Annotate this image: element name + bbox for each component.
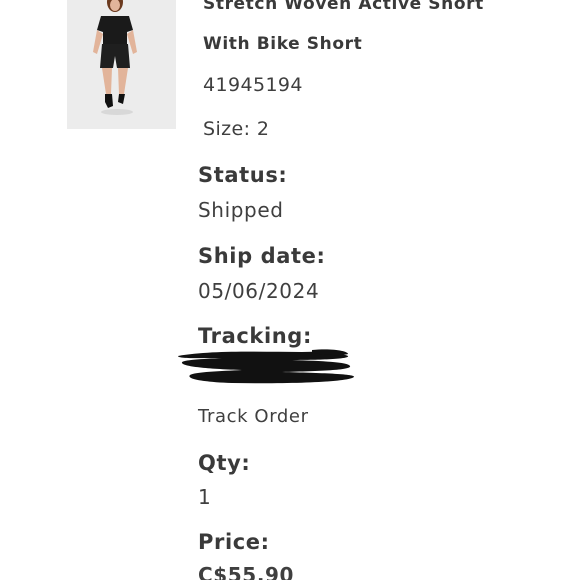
tracking-label: Tracking: <box>198 324 312 348</box>
ship-date-value: 05/06/2024 <box>198 279 320 303</box>
price-value: C$55.90 <box>198 563 295 580</box>
product-name-line-2[interactable]: With Bike Short <box>203 34 362 54</box>
product-image[interactable] <box>67 0 176 129</box>
status-label: Status: <box>198 163 288 187</box>
redacted-tracking-number <box>178 349 355 384</box>
product-name-line-1[interactable]: Stretch Woven Active Short <box>203 0 484 14</box>
qty-label: Qty: <box>198 451 251 475</box>
price-label: Price: <box>198 530 270 554</box>
qty-value: 1 <box>198 485 212 509</box>
ship-date-label: Ship date: <box>198 244 326 268</box>
track-order-link[interactable]: Track Order <box>198 406 309 427</box>
product-size: Size: 2 <box>203 118 270 140</box>
order-item-details: Stretch Woven Active Short With Bike Sho… <box>0 0 580 580</box>
product-sku: 41945194 <box>203 74 303 96</box>
status-value: Shipped <box>198 198 284 222</box>
